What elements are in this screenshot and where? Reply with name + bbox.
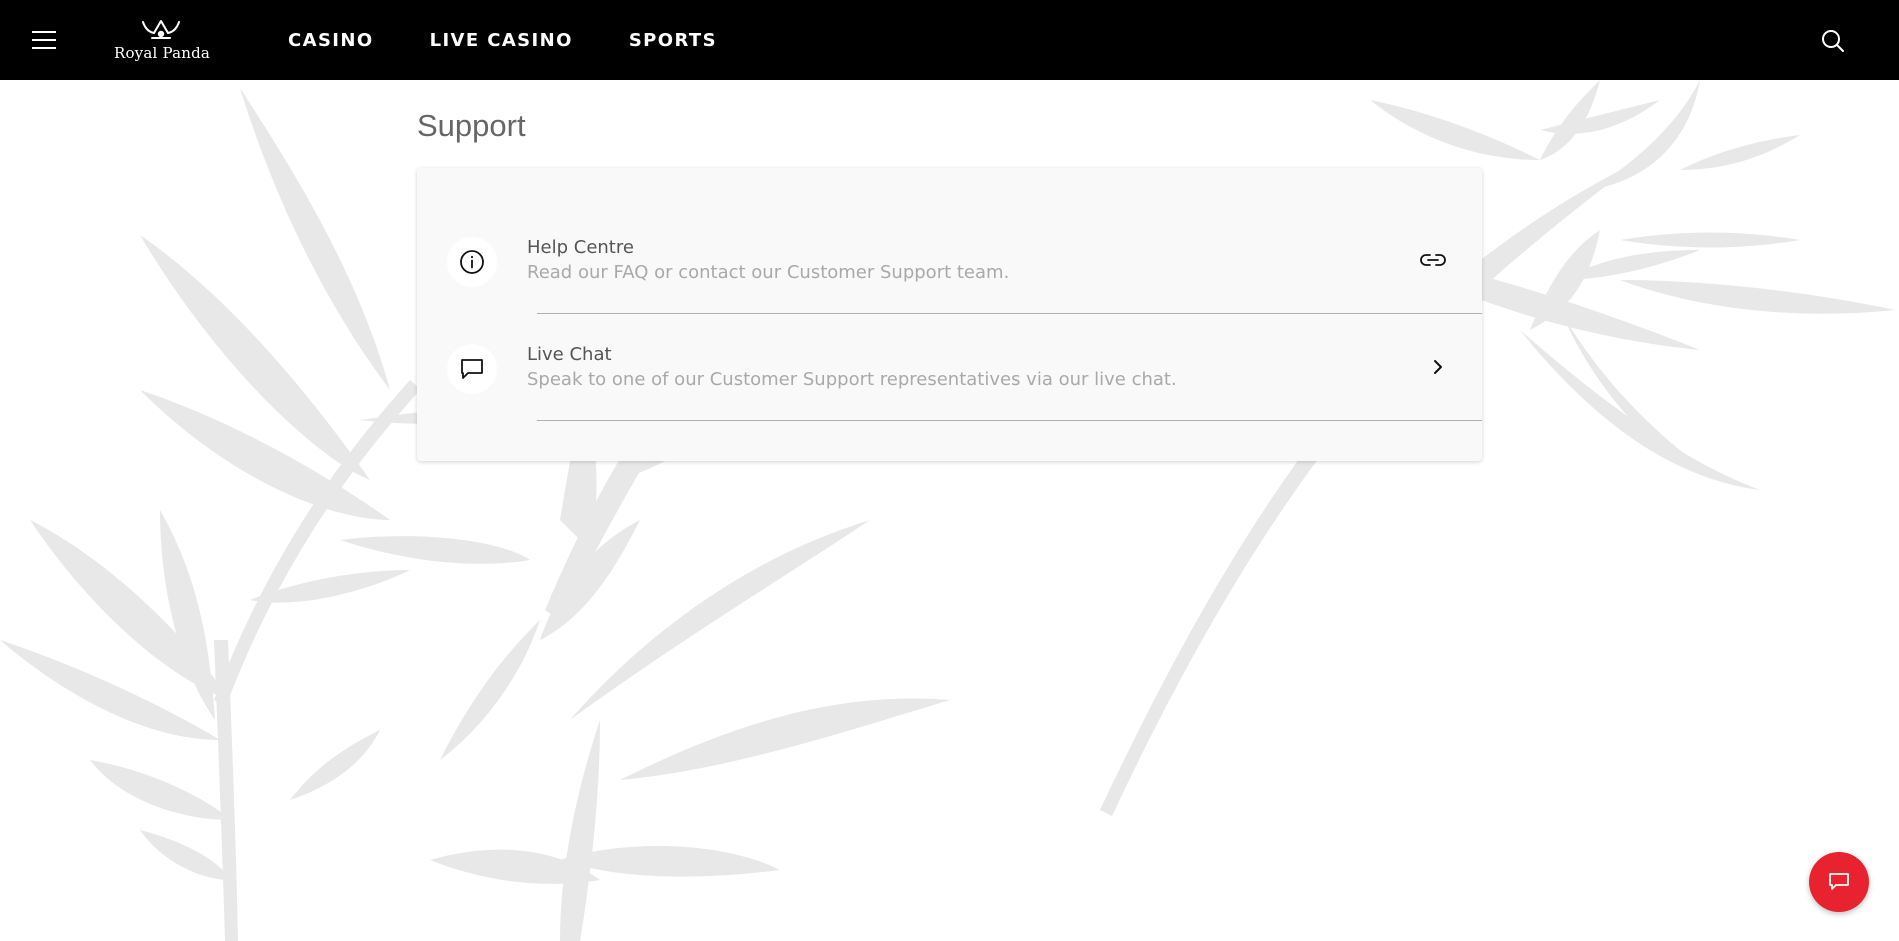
support-option-help-centre[interactable]: Help Centre Read our FAQ or contact our … bbox=[417, 168, 1482, 314]
top-navigation-bar: Royal Panda CASINO LIVE CASINO SPORTS bbox=[0, 0, 1899, 80]
chat-bubble-icon bbox=[447, 344, 497, 394]
chevron-right-icon bbox=[1423, 352, 1453, 382]
link-icon bbox=[1418, 245, 1448, 275]
support-options-card: Help Centre Read our FAQ or contact our … bbox=[417, 168, 1482, 461]
nav-sports[interactable]: SPORTS bbox=[629, 30, 717, 51]
help-centre-title: Help Centre bbox=[527, 237, 634, 258]
royal-panda-logo[interactable]: Royal Panda bbox=[96, 14, 226, 66]
brand-name: Royal Panda bbox=[113, 44, 211, 62]
hamburger-menu-icon[interactable] bbox=[32, 28, 58, 52]
nav-live-casino[interactable]: LIVE CASINO bbox=[430, 30, 573, 51]
live-chat-description: Speak to one of our Customer Support rep… bbox=[527, 369, 1177, 390]
row-divider bbox=[537, 420, 1482, 421]
info-icon bbox=[447, 237, 497, 287]
help-centre-description: Read our FAQ or contact our Customer Sup… bbox=[527, 262, 1010, 283]
crown-icon bbox=[142, 20, 180, 39]
support-option-live-chat[interactable]: Live Chat Speak to one of our Customer S… bbox=[417, 314, 1482, 421]
chat-bubble-icon bbox=[1829, 873, 1849, 890]
live-chat-fab-button[interactable] bbox=[1809, 852, 1869, 912]
support-page: Royal Panda CASINO LIVE CASINO SPORTS Su… bbox=[0, 0, 1899, 941]
live-chat-title: Live Chat bbox=[527, 344, 612, 365]
page-title: Support bbox=[417, 108, 526, 143]
nav-casino[interactable]: CASINO bbox=[288, 30, 374, 51]
search-icon[interactable] bbox=[1820, 28, 1846, 54]
main-nav: CASINO LIVE CASINO SPORTS bbox=[288, 0, 773, 80]
